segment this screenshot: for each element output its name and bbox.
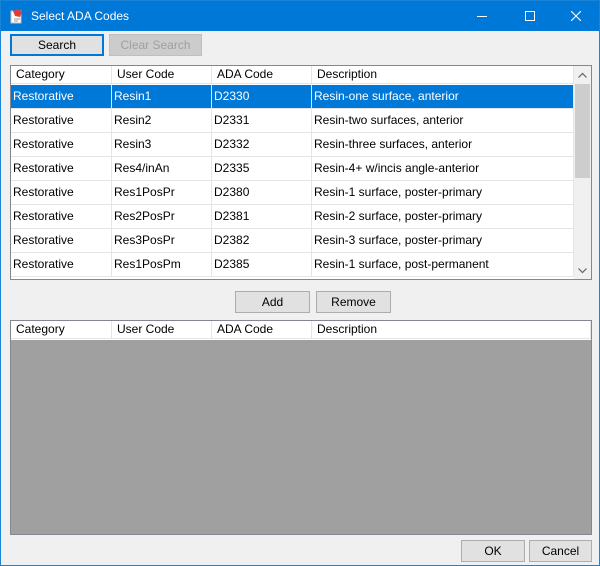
table-row[interactable]: Restorative Res3PosPr D2382 Resin-3 surface… <box>11 229 574 253</box>
cancel-button[interactable]: Cancel <box>529 540 592 562</box>
cell-user-code: Resin2 <box>112 109 212 133</box>
cell-user-code: Res1PosPm <box>112 253 212 277</box>
cell-description: Resin-two surfaces, anterior <box>312 109 574 133</box>
table-row[interactable]: Restorative Res2PosPr D2381 Resin-2 surface… <box>11 205 574 229</box>
results-grid-header: Category User Code ADA Code Description <box>11 66 574 84</box>
cell-user-code: Res2PosPr <box>112 205 212 229</box>
table-row[interactable]: Restorative Resin2 D2331 Resin-two surfaces… <box>11 109 574 133</box>
cell-category: Restorative <box>11 133 112 157</box>
window-title: Select ADA Codes <box>31 9 130 23</box>
cell-category: Restorative <box>11 157 112 181</box>
minimize-button[interactable] <box>459 1 505 31</box>
cell-description: Resin-2 surface, poster-primary <box>312 205 574 229</box>
cell-ada-code: D2331 <box>212 109 312 133</box>
selected-grid-header: Category User Code ADA Code Description <box>11 321 591 339</box>
app-icon <box>9 8 25 24</box>
cell-ada-code: D2380 <box>212 181 312 205</box>
cell-category: Restorative <box>11 85 112 109</box>
maximize-button[interactable] <box>507 1 553 31</box>
table-row[interactable]: Restorative Resin1 D2330 Resin-one surface,… <box>11 85 574 109</box>
cell-ada-code: D2382 <box>212 229 312 253</box>
dialog-window: Select ADA Codes Search Clear Search Cat… <box>0 0 600 566</box>
title-bar[interactable]: Select ADA Codes <box>1 1 599 31</box>
column-header-description[interactable]: Description <box>312 66 574 84</box>
cell-user-code: Res3PosPr <box>112 229 212 253</box>
cell-description: Resin-1 surface, post-permanent <box>312 253 574 277</box>
table-row[interactable]: Restorative Res4/inAn D2335 Resin-4+ w/inci… <box>11 157 574 181</box>
cell-ada-code: D2335 <box>212 157 312 181</box>
column-header-user-code[interactable]: User Code <box>112 66 212 84</box>
table-row[interactable]: Restorative Resin3 D2332 Resin-three surfac… <box>11 133 574 157</box>
maximize-icon <box>525 11 535 21</box>
cell-description: Resin-3 surface, poster-primary <box>312 229 574 253</box>
cell-ada-code: D2330 <box>212 85 312 109</box>
column-header-description[interactable]: Description <box>312 321 591 339</box>
cell-ada-code: D2381 <box>212 205 312 229</box>
cell-user-code: Resin3 <box>112 133 212 157</box>
scroll-down-button[interactable] <box>574 262 591 279</box>
table-row[interactable]: Restorative Res1PosPm D2385 Resin-1 surface… <box>11 253 574 277</box>
chevron-up-icon <box>578 72 587 78</box>
clear-search-button[interactable]: Clear Search <box>109 34 202 56</box>
cell-category: Restorative <box>11 205 112 229</box>
cell-description: Resin-three surfaces, anterior <box>312 133 574 157</box>
cell-description: Resin-one surface, anterior <box>312 85 574 109</box>
add-button[interactable]: Add <box>235 291 310 313</box>
cell-ada-code: D2332 <box>212 133 312 157</box>
table-row[interactable]: Restorative Res1PosPr D2380 Resin-1 surface… <box>11 181 574 205</box>
column-header-category[interactable]: Category <box>11 321 112 339</box>
cell-category: Restorative <box>11 109 112 133</box>
results-vertical-scrollbar[interactable] <box>574 66 591 279</box>
scroll-thumb[interactable] <box>575 84 590 178</box>
cell-ada-code: D2385 <box>212 253 312 277</box>
chevron-down-icon <box>578 267 587 273</box>
close-icon <box>571 11 581 21</box>
search-button[interactable]: Search <box>10 34 104 56</box>
cell-category: Restorative <box>11 181 112 205</box>
column-header-category[interactable]: Category <box>11 66 112 84</box>
cell-user-code: Resin1 <box>112 85 212 109</box>
cell-description: Resin-1 surface, poster-primary <box>312 181 574 205</box>
ok-button[interactable]: OK <box>461 540 525 562</box>
scroll-up-button[interactable] <box>574 66 591 83</box>
cell-user-code: Res1PosPr <box>112 181 212 205</box>
cell-category: Restorative <box>11 229 112 253</box>
selected-grid-empty-area <box>11 340 591 534</box>
minimize-icon <box>477 16 487 17</box>
cell-user-code: Res4/inAn <box>112 157 212 181</box>
close-button[interactable] <box>553 1 599 31</box>
results-grid[interactable]: Category User Code ADA Code Description … <box>10 65 592 280</box>
selected-codes-grid[interactable]: Category User Code ADA Code Description <box>10 320 592 535</box>
cell-description: Resin-4+ w/incis angle-anterior <box>312 157 574 181</box>
column-header-ada-code[interactable]: ADA Code <box>212 321 312 339</box>
cell-category: Restorative <box>11 253 112 277</box>
remove-button[interactable]: Remove <box>316 291 391 313</box>
column-header-user-code[interactable]: User Code <box>112 321 212 339</box>
column-header-ada-code[interactable]: ADA Code <box>212 66 312 84</box>
